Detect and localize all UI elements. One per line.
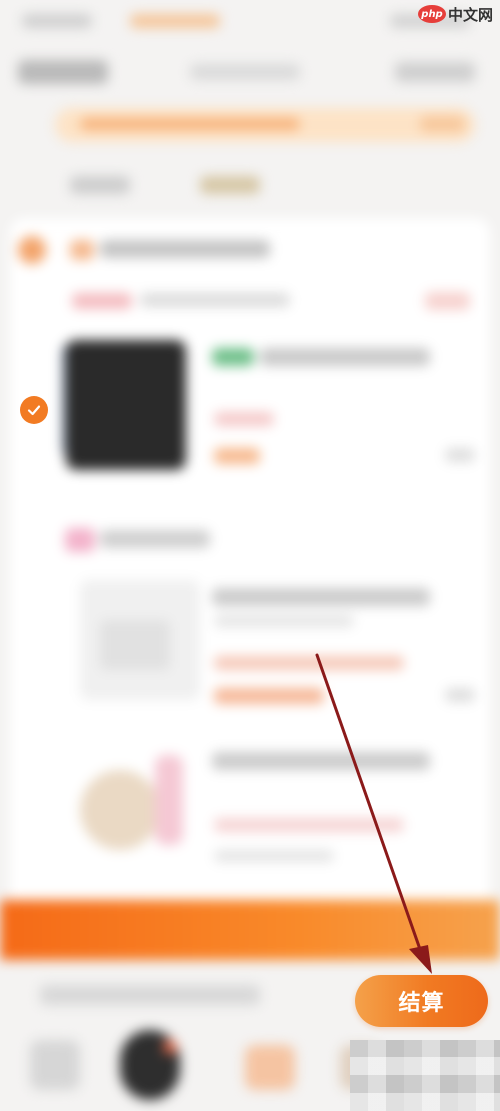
status-bar-center bbox=[130, 14, 220, 28]
product-discount bbox=[214, 412, 274, 426]
header-title bbox=[18, 60, 108, 84]
product-image[interactable] bbox=[80, 770, 160, 850]
cart-screen: 结算 php 中文网 bbox=[0, 0, 500, 1111]
site-watermark: php 中文网 bbox=[418, 0, 500, 28]
product-quantity[interactable] bbox=[445, 448, 475, 462]
product-price bbox=[214, 688, 324, 704]
product-discount bbox=[214, 656, 404, 670]
watermark-text: 中文网 bbox=[448, 5, 494, 24]
nav-item-home[interactable] bbox=[30, 1040, 80, 1090]
header-subtitle bbox=[190, 64, 300, 80]
product-spec bbox=[214, 850, 334, 862]
shop-icon bbox=[70, 240, 94, 260]
shop-name[interactable] bbox=[100, 530, 210, 548]
status-bar-time bbox=[22, 14, 92, 28]
coupon-tag bbox=[72, 293, 132, 309]
header-actions[interactable] bbox=[395, 62, 475, 82]
cart-tab-2[interactable] bbox=[200, 176, 260, 194]
order-total bbox=[40, 985, 260, 1005]
cart-tab-1[interactable] bbox=[70, 176, 130, 194]
coupon-text bbox=[140, 293, 290, 307]
shop-select-checkbox[interactable] bbox=[18, 236, 46, 264]
product-quantity[interactable] bbox=[445, 688, 475, 702]
promo-text bbox=[80, 118, 300, 130]
shop-name[interactable] bbox=[100, 240, 270, 258]
product-image-detail bbox=[155, 755, 183, 845]
coupon-button[interactable] bbox=[425, 292, 470, 310]
shop-icon bbox=[65, 528, 95, 552]
product-image-detail bbox=[100, 620, 170, 670]
product-title[interactable] bbox=[260, 348, 430, 366]
product-price bbox=[214, 448, 260, 464]
checkout-button[interactable]: 结算 bbox=[355, 975, 488, 1027]
blurred-cart-content bbox=[0, 0, 500, 1111]
watermark-logo: php bbox=[418, 5, 446, 23]
product-spec[interactable] bbox=[214, 615, 354, 627]
item-select-checkbox[interactable] bbox=[20, 396, 48, 424]
nav-item-cart[interactable] bbox=[245, 1045, 295, 1090]
promo-banner[interactable] bbox=[0, 900, 500, 960]
product-title[interactable] bbox=[212, 752, 430, 770]
product-discount bbox=[214, 818, 404, 832]
product-title[interactable] bbox=[212, 588, 430, 606]
product-tag bbox=[212, 348, 254, 366]
promo-action[interactable] bbox=[420, 116, 465, 132]
nav-badge bbox=[163, 1040, 177, 1054]
product-image[interactable] bbox=[66, 340, 186, 470]
pixelated-region bbox=[350, 1040, 500, 1111]
check-icon bbox=[27, 405, 41, 416]
